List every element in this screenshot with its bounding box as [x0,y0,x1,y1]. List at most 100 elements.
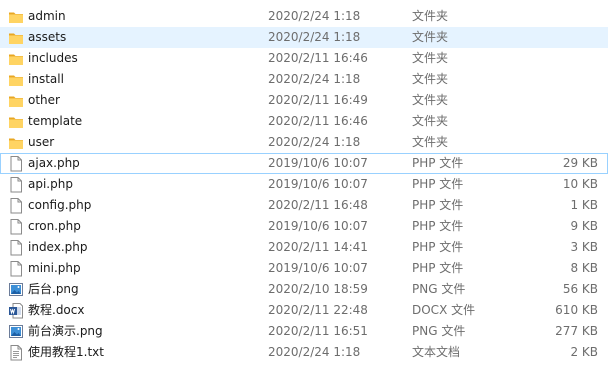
php-file-icon [8,197,24,214]
file-size: 2 KB [570,345,598,359]
file-size [521,70,598,89]
file-row-16[interactable]: 使用教程1.txt 2020/2/24 1:18 文本文档 2 KB [0,342,608,363]
php-file-icon [8,176,24,193]
file-name: cron.php [28,219,81,233]
file-size [521,91,598,110]
file-name: user [28,135,55,149]
folder-icon [8,134,24,151]
file-row-1[interactable]: assets 2020/2/24 1:18 文件夹 [0,27,608,48]
folder-icon [8,50,24,67]
php-file-icon [8,155,24,172]
file-name: 教程.docx [28,303,85,317]
file-type: 文本文档 [412,345,461,359]
file-modified-date: 2020/2/11 22:48 [268,303,368,317]
file-type: 文件夹 [412,135,449,149]
file-row-4[interactable]: other 2020/2/11 16:49 文件夹 [0,90,608,111]
file-type: 文件夹 [412,72,449,86]
file-name: template [28,114,83,128]
php-file-icon [8,218,24,235]
file-row-3[interactable]: install 2020/2/24 1:18 文件夹 [0,69,608,90]
file-row-8[interactable]: api.php 2019/10/6 10:07 PHP 文件 10 KB [0,174,608,195]
file-row-2[interactable]: includes 2020/2/11 16:46 文件夹 [0,48,608,69]
file-size: 3 KB [570,240,598,254]
file-size: 10 KB [562,177,598,191]
file-modified-date: 2020/2/11 14:41 [268,240,368,254]
file-modified-date: 2019/10/6 10:07 [268,219,368,233]
file-size: 56 KB [562,282,598,296]
folder-icon [8,92,24,109]
file-row-10[interactable]: cron.php 2019/10/6 10:07 PHP 文件 9 KB [0,216,608,237]
file-modified-date: 2020/2/11 16:46 [268,51,368,65]
file-name: install [28,72,64,86]
file-row-5[interactable]: template 2020/2/11 16:46 文件夹 [0,111,608,132]
file-modified-date: 2020/2/24 1:18 [268,72,361,86]
php-file-icon [8,260,24,277]
png-image-icon [8,281,24,298]
file-row-6[interactable]: user 2020/2/24 1:18 文件夹 [0,132,608,153]
file-row-9[interactable]: config.php 2020/2/11 16:48 PHP 文件 1 KB [0,195,608,216]
file-size [521,7,598,26]
file-modified-date: 2019/10/6 10:07 [268,261,368,275]
docx-file-icon [8,302,24,319]
file-modified-date: 2020/2/11 16:49 [268,93,368,107]
file-list: admin 2020/2/24 1:18 文件夹 assets 2020/2/2… [0,0,608,379]
folder-icon [8,71,24,88]
folder-icon [8,113,24,130]
file-type: PHP 文件 [412,156,464,170]
file-modified-date: 2020/2/24 1:18 [268,9,361,23]
file-type: PNG 文件 [412,282,466,296]
text-file-icon [8,344,24,361]
file-size: 8 KB [570,261,598,275]
file-size [521,49,598,68]
file-modified-date: 2020/2/24 1:18 [268,135,361,149]
file-modified-date: 2020/2/11 16:51 [268,324,368,338]
file-row-14[interactable]: 教程.docx 2020/2/11 22:48 DOCX 文件 610 KB [0,300,608,321]
folder-icon [8,29,24,46]
file-name: admin [28,9,66,23]
file-row-13[interactable]: 后台.png 2020/2/10 18:59 PNG 文件 56 KB [0,279,608,300]
file-name: other [28,93,60,107]
file-type: PNG 文件 [412,324,466,338]
file-type: PHP 文件 [412,198,464,212]
file-modified-date: 2020/2/24 1:18 [268,30,361,44]
file-row-0[interactable]: admin 2020/2/24 1:18 文件夹 [0,6,608,27]
file-type: 文件夹 [412,93,449,107]
file-modified-date: 2020/2/24 1:18 [268,345,361,359]
file-row-7[interactable]: ajax.php 2019/10/6 10:07 PHP 文件 29 KB [0,153,608,174]
file-size: 1 KB [570,198,598,212]
file-modified-date: 2020/2/11 16:48 [268,198,368,212]
file-name: includes [28,51,78,65]
file-row-12[interactable]: mini.php 2019/10/6 10:07 PHP 文件 8 KB [0,258,608,279]
file-type: PHP 文件 [412,219,464,233]
png-image-icon [8,323,24,340]
file-type: PHP 文件 [412,240,464,254]
file-modified-date: 2019/10/6 10:07 [268,177,368,191]
file-name: index.php [28,240,88,254]
file-modified-date: 2020/2/11 16:46 [268,114,368,128]
file-size [521,112,598,131]
file-size: 9 KB [570,219,598,233]
file-name: config.php [28,198,92,212]
file-modified-date: 2019/10/6 10:07 [268,156,368,170]
file-type: DOCX 文件 [412,303,476,317]
file-name: assets [28,30,67,44]
file-row-15[interactable]: 前台演示.png 2020/2/11 16:51 PNG 文件 277 KB [0,321,608,342]
file-type: PHP 文件 [412,177,464,191]
file-row-11[interactable]: index.php 2020/2/11 14:41 PHP 文件 3 KB [0,237,608,258]
php-file-icon [8,239,24,256]
file-type: 文件夹 [412,114,449,128]
file-type: 文件夹 [412,30,449,44]
file-type: 文件夹 [412,51,449,65]
file-type: PHP 文件 [412,261,464,275]
file-size [521,133,598,152]
file-size [521,28,598,47]
file-type: 文件夹 [412,9,449,23]
file-size: 29 KB [562,156,598,170]
file-name: 后台.png [28,282,79,296]
file-name: api.php [28,177,73,191]
file-size: 277 KB [555,324,598,338]
file-name: 使用教程1.txt [28,345,104,359]
file-name: 前台演示.png [28,324,103,338]
file-name: mini.php [28,261,81,275]
file-size: 610 KB [555,303,598,317]
